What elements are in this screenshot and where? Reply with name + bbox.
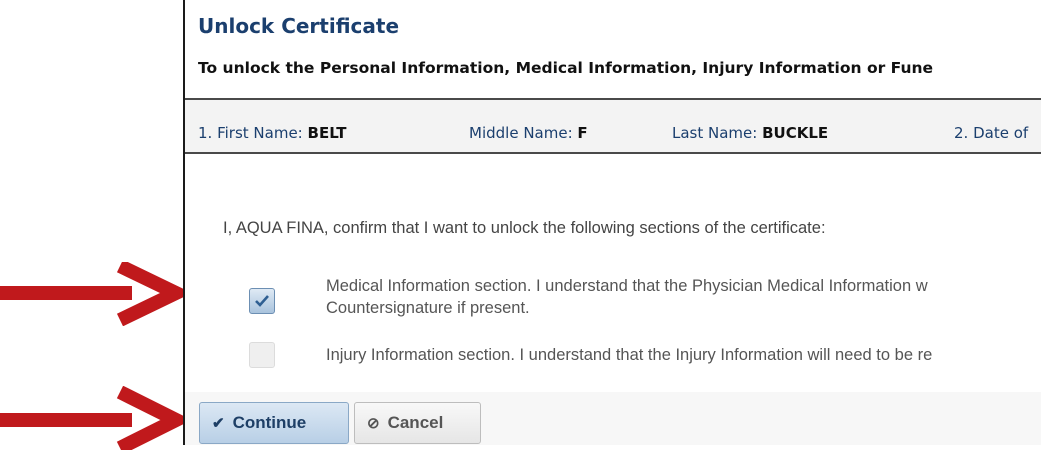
continue-button[interactable]: ✔ Continue: [199, 402, 349, 444]
decedent-name-bar: 1. First Name: BELT Middle Name: F Last …: [185, 98, 1041, 154]
medical-information-text-line2: Countersignature if present.: [326, 299, 530, 317]
last-name-value: BUCKLE: [762, 124, 829, 142]
last-name-field: Last Name: BUCKLE: [672, 124, 828, 142]
continue-button-label: Continue: [232, 413, 307, 432]
unlock-sections-form: I, AQUA FINA, confirm that I want to unl…: [185, 156, 1041, 393]
annotation-arrow-checkbox: [0, 262, 184, 326]
injury-information-text-line1: Injury Information section. I understand…: [326, 346, 933, 364]
middle-name-label: Middle Name:: [469, 124, 573, 142]
cancel-icon: ⊘: [367, 415, 380, 432]
middle-name-field: Middle Name: F: [469, 124, 588, 142]
last-name-label: Last Name:: [672, 124, 758, 142]
medical-information-option: Medical Information section. I understan…: [326, 275, 928, 319]
cancel-button[interactable]: ⊘ Cancel: [354, 402, 481, 444]
middle-name-value: F: [577, 124, 588, 142]
first-name-value: BELT: [307, 124, 347, 142]
checkmark-icon: ✔: [212, 415, 225, 432]
dialog-button-bar: ✔ Continue ⊘ Cancel: [185, 392, 1041, 445]
first-name-label: 1. First Name:: [198, 124, 303, 142]
dialog-instruction: To unlock the Personal Information, Medi…: [198, 59, 934, 77]
cancel-button-label: Cancel: [387, 413, 444, 432]
dialog-title: Unlock Certificate: [198, 14, 400, 38]
checkmark-icon: [255, 295, 269, 307]
medical-information-checkbox[interactable]: [249, 288, 275, 314]
first-name-field: 1. First Name: BELT: [198, 124, 347, 142]
annotation-arrow-continue: [0, 386, 184, 450]
medical-information-text-line1: Medical Information section. I understan…: [326, 277, 928, 295]
date-of-field-label: 2. Date of: [954, 124, 1029, 142]
injury-information-checkbox[interactable]: [249, 342, 275, 368]
unlock-certificate-dialog: Unlock Certificate To unlock the Persona…: [183, 0, 1041, 445]
confirm-statement: I, AQUA FINA, confirm that I want to unl…: [223, 219, 826, 237]
injury-information-option: Injury Information section. I understand…: [326, 344, 932, 366]
